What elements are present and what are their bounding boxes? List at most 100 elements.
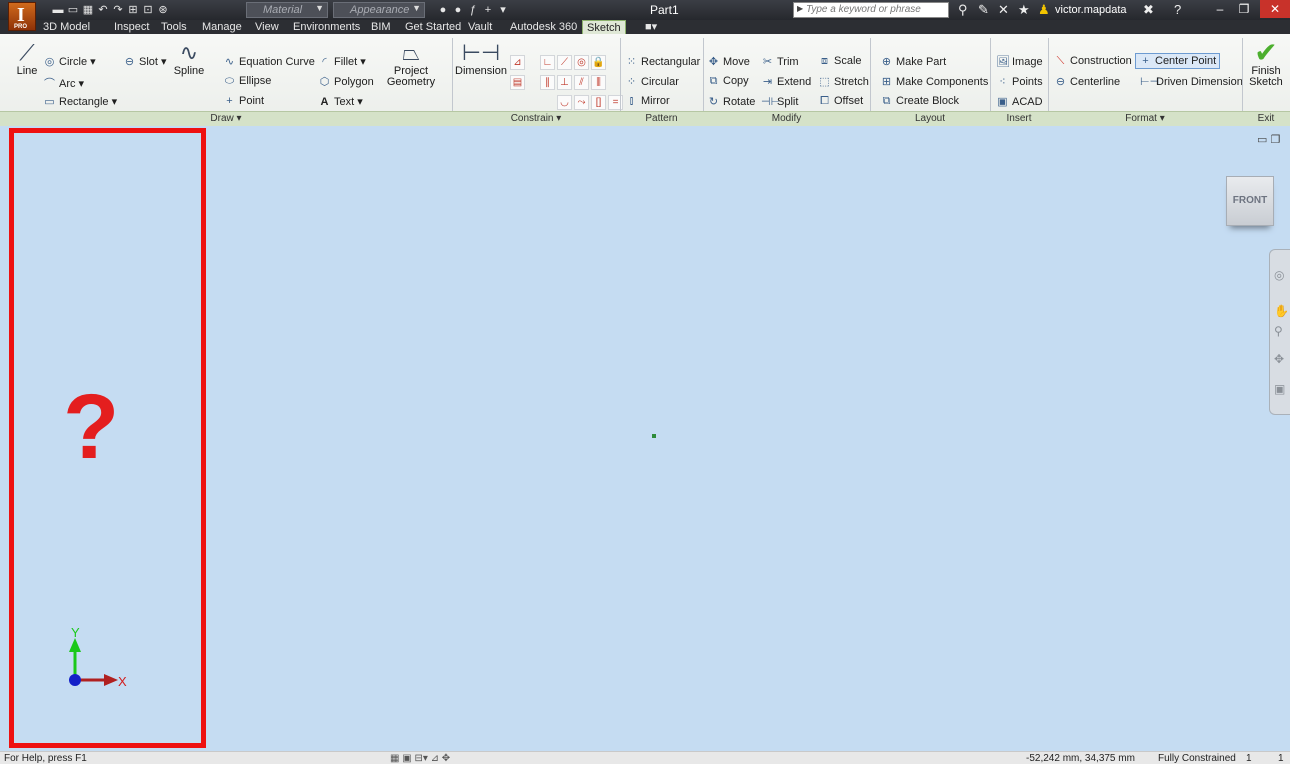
save-icon[interactable]: ▦ — [82, 4, 94, 16]
panel-label-format[interactable]: Format ▾ — [1048, 112, 1242, 126]
smooth-constraint-icon[interactable]: ⤳ — [574, 95, 589, 110]
update-icon[interactable]: ⊛ — [157, 4, 169, 16]
perpendicular-constraint-icon[interactable]: ⊥ — [557, 75, 572, 90]
customize-qat-icon[interactable]: ▾ — [497, 4, 509, 16]
center-point-button[interactable]: + Center Point — [1135, 53, 1221, 69]
symmetric-constraint-icon[interactable]: [] — [591, 95, 606, 110]
extend-button[interactable]: ⇥ Extend — [761, 75, 811, 88]
equation-curve-button[interactable]: ∿ Equation Curve — [223, 55, 315, 68]
exchange-apps-icon[interactable]: ✖ — [1143, 2, 1154, 18]
dimension-button[interactable]: ⊢⊣ Dimension — [454, 40, 508, 77]
tab-view[interactable]: View — [255, 20, 279, 34]
offset-button[interactable]: ⧠ Offset — [818, 95, 863, 108]
tab-get-started[interactable]: Get Started — [405, 20, 461, 34]
panel-label-draw[interactable]: Draw ▾ — [0, 112, 452, 126]
circle-button[interactable]: ◎ Circle ▾ — [43, 55, 96, 68]
user-name[interactable]: victor.mapdata — [1055, 4, 1127, 16]
appearance-dropdown[interactable]: Appearance ▼ — [333, 2, 425, 18]
open-file-icon[interactable]: ▭ — [67, 4, 79, 16]
measure-icon[interactable]: + — [482, 4, 494, 16]
video-icon[interactable]: ■▾ — [645, 20, 657, 34]
viewcube[interactable]: FRONT — [1226, 176, 1274, 226]
minimize-button[interactable]: – — [1208, 0, 1232, 18]
pan-icon[interactable]: ✋ — [1274, 304, 1289, 318]
fillet-button[interactable]: ◜ Fillet ▾ — [318, 55, 365, 68]
communication-center-icon[interactable]: ✕ — [998, 2, 1009, 18]
insert-points-button[interactable]: ⁖ Points — [996, 75, 1042, 88]
stretch-button[interactable]: ⬚ Stretch — [818, 75, 869, 88]
fix-constraint-icon[interactable]: 🔒 — [591, 55, 606, 70]
tab-vault[interactable]: Vault — [468, 20, 492, 34]
navigation-bar[interactable]: ◎ ✋ ⚲ ✥ ▣ — [1269, 249, 1290, 415]
zoom-icon[interactable]: ⚲ — [1274, 324, 1283, 338]
undo-icon[interactable]: ↶ — [97, 4, 109, 16]
construction-button[interactable]: ⟍ Construction — [1054, 55, 1132, 68]
trim-button[interactable]: ✂ Trim — [761, 55, 799, 68]
adjust-appearance-icon[interactable]: ● — [437, 4, 449, 16]
move-button[interactable]: ✥ Move — [707, 55, 750, 68]
subscription-icon[interactable]: ✎ — [978, 2, 989, 18]
select-icon[interactable]: ⊡ — [142, 4, 154, 16]
copy-button[interactable]: ⧉ Copy — [707, 75, 749, 88]
clear-appearance-icon[interactable]: ● — [452, 4, 464, 16]
steering-wheel-icon[interactable]: ◎ — [1274, 268, 1284, 282]
horizontal-constraint-icon[interactable]: ⫽ — [574, 75, 589, 90]
make-part-button[interactable]: ⊕ Make Part — [880, 55, 946, 68]
split-button[interactable]: ⊣⊢Split — [761, 95, 798, 108]
sketch-origin-point[interactable] — [652, 434, 656, 438]
vertical-constraint-icon[interactable]: ⫼ — [591, 75, 606, 90]
close-button[interactable]: ✕ — [1260, 0, 1290, 18]
orbit-icon[interactable]: ✥ — [1274, 352, 1284, 366]
viewcube-front-face[interactable]: FRONT — [1233, 195, 1267, 206]
arc-button[interactable]: ⌒ Arc ▾ — [43, 75, 84, 91]
ellipse-button[interactable]: ⬭ Ellipse — [223, 75, 272, 88]
material-dropdown[interactable]: Material ▼ — [246, 2, 328, 18]
tab-environments[interactable]: Environments — [293, 20, 360, 34]
status-tools-icon[interactable]: ▦ ▣ ⊟▾ ⊿ ✥ — [390, 753, 450, 764]
parallel-constraint-icon[interactable]: ∥ — [540, 75, 555, 90]
app-logo[interactable]: I PRO — [8, 2, 36, 31]
user-icon[interactable]: ♟ — [1038, 2, 1050, 18]
insert-image-button[interactable]: 🖼 Image — [996, 55, 1043, 68]
tab-manage[interactable]: Manage — [202, 20, 242, 34]
slot-button[interactable]: ⊖ Slot ▾ — [123, 55, 167, 68]
parameters-icon[interactable]: ƒ — [467, 4, 479, 16]
show-constraints-icon[interactable]: ▤ — [510, 75, 525, 90]
search-input[interactable]: ▶ Type a keyword or phrase — [793, 2, 949, 18]
return-icon[interactable]: ⊞ — [127, 4, 139, 16]
project-geometry-button[interactable]: ⏢ Project Geometry — [386, 40, 436, 88]
document-window-controls[interactable]: ▭ ❐ — [1257, 133, 1280, 146]
binoculars-icon[interactable]: ⚲ — [958, 2, 968, 18]
point-button[interactable]: + Point — [223, 95, 264, 107]
spline-button[interactable]: ∿ Spline — [170, 40, 208, 77]
tab-inspect[interactable]: Inspect — [114, 20, 149, 34]
concentric-constraint-icon[interactable]: ◎ — [574, 55, 589, 70]
insert-acad-button[interactable]: ▣ ACAD — [996, 95, 1042, 108]
panel-label-constrain[interactable]: Constrain ▾ — [452, 112, 620, 126]
tab-3d-model[interactable]: 3D Model — [43, 20, 90, 34]
line-button[interactable]: ⟋ Line — [12, 40, 42, 77]
text-button[interactable]: A Text ▾ — [318, 95, 363, 108]
polygon-button[interactable]: ⬡ Polygon — [318, 75, 374, 88]
mirror-button[interactable]: ⫾ Mirror — [625, 95, 670, 108]
collinear-constraint-icon[interactable]: ⟋ — [557, 55, 572, 70]
tab-tools[interactable]: Tools — [161, 20, 187, 34]
driven-dimension-button[interactable]: ⊢⊣Driven Dimension — [1140, 75, 1243, 88]
tangent-constraint-icon[interactable]: ◡ — [557, 95, 572, 110]
rectangular-pattern-button[interactable]: ⁙ Rectangular — [625, 55, 700, 68]
circular-pattern-button[interactable]: ⁘ Circular — [625, 75, 679, 88]
rotate-button[interactable]: ↻ Rotate — [707, 95, 756, 108]
look-at-icon[interactable]: ▣ — [1274, 382, 1285, 396]
coincident-constraint-icon[interactable]: ∟ — [540, 55, 555, 70]
auto-dimension-icon[interactable]: ⊿ — [510, 55, 525, 70]
restore-button[interactable]: ❐ — [1232, 0, 1256, 18]
scale-button[interactable]: ⧈ Scale — [818, 55, 862, 68]
help-icon[interactable]: ? — [1174, 2, 1181, 17]
centerline-button[interactable]: ⊖ Centerline — [1054, 75, 1120, 88]
tab-bim[interactable]: BIM — [371, 20, 391, 34]
tab-autodesk-360[interactable]: Autodesk 360 — [510, 20, 577, 34]
rectangle-button[interactable]: ▭ Rectangle ▾ — [43, 95, 117, 108]
finish-sketch-button[interactable]: ✔ Finish Sketch — [1244, 39, 1288, 88]
make-components-button[interactable]: ⊞ Make Components — [880, 75, 988, 88]
create-block-button[interactable]: ⧉ Create Block — [880, 95, 959, 108]
